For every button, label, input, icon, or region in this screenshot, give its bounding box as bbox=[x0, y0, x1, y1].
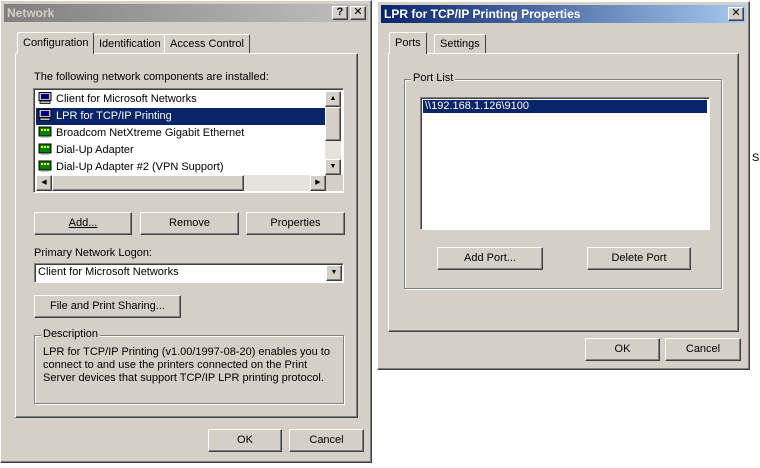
button-label: Cancel bbox=[685, 343, 721, 355]
scroll-right-button[interactable]: ▶ bbox=[310, 175, 326, 191]
port-list-label: Port List bbox=[411, 72, 456, 84]
tab-settings[interactable]: Settings bbox=[434, 34, 486, 54]
network-adapter-icon bbox=[38, 126, 52, 138]
button-label: Properties bbox=[270, 217, 321, 229]
tab-label: Settings bbox=[440, 38, 480, 50]
ok-button[interactable]: OK bbox=[585, 338, 660, 361]
description-label: Description bbox=[41, 328, 101, 340]
add-port-button[interactable]: Add Port... bbox=[437, 247, 543, 270]
computer-icon bbox=[38, 109, 52, 121]
cancel-button[interactable]: Cancel bbox=[665, 338, 741, 361]
tab-label: Ports bbox=[395, 37, 421, 49]
primary-logon-label: Primary Network Logon: bbox=[34, 247, 152, 259]
description-text: LPR for TCP/IP Printing (v1.00/1997-08-2… bbox=[43, 346, 330, 384]
lpr-title: LPR for TCP/IP Printing Properties bbox=[384, 7, 581, 21]
properties-button[interactable]: Properties bbox=[246, 212, 345, 235]
button-label: Remove bbox=[169, 217, 210, 229]
close-icon: ✕ bbox=[731, 7, 741, 19]
background-text-fragment: S bbox=[752, 152, 760, 164]
description-group: Description LPR for TCP/IP Printing (v1.… bbox=[34, 328, 344, 404]
file-print-sharing-button[interactable]: File and Print Sharing... bbox=[34, 295, 181, 318]
port-path: \\192.168.1.126\9100 bbox=[425, 100, 529, 112]
button-label: Add... bbox=[68, 217, 98, 229]
ok-button[interactable]: OK bbox=[208, 429, 282, 452]
components-list[interactable]: Client for Microsoft Networks LPR for TCP… bbox=[33, 88, 344, 193]
button-label: OK bbox=[614, 343, 631, 355]
primary-logon-value: Client for Microsoft Networks bbox=[38, 266, 179, 278]
network-dialog: Network ? ✕ Configuration Identification… bbox=[0, 0, 372, 463]
list-item-label: Broadcom NetXtreme Gigabit Ethernet bbox=[56, 127, 245, 139]
network-adapter-icon bbox=[38, 160, 52, 172]
close-button[interactable]: ✕ bbox=[350, 6, 366, 20]
button-label: File and Print Sharing... bbox=[50, 300, 165, 312]
horizontal-scrollbar[interactable]: ◀ ▶ bbox=[36, 175, 326, 191]
cancel-button[interactable]: Cancel bbox=[289, 429, 364, 452]
vertical-scrollbar[interactable]: ▲ ▼ bbox=[325, 91, 341, 175]
help-icon: ? bbox=[336, 6, 344, 18]
installed-label: The following network components are ins… bbox=[34, 71, 269, 83]
scroll-corner bbox=[326, 175, 343, 191]
primary-logon-select[interactable]: Client for Microsoft Networks ▼ bbox=[34, 263, 344, 283]
list-item[interactable]: Broadcom NetXtreme Gigabit Ethernet bbox=[36, 125, 325, 142]
list-item[interactable]: Dial-Up Adapter #2 (VPN Support) bbox=[36, 159, 325, 176]
tab-label: Identification bbox=[99, 38, 161, 50]
list-item[interactable]: Client for Microsoft Networks bbox=[36, 91, 325, 108]
down-arrow-icon: ▼ bbox=[329, 163, 337, 170]
computer-icon bbox=[38, 92, 52, 104]
button-label: Add Port... bbox=[464, 252, 516, 264]
network-title: Network bbox=[7, 6, 55, 20]
add-button[interactable]: Add... bbox=[34, 212, 132, 235]
delete-port-button[interactable]: Delete Port bbox=[587, 247, 691, 270]
up-arrow-icon: ▲ bbox=[329, 95, 337, 102]
port-list[interactable]: \\192.168.1.126\9100 bbox=[420, 97, 710, 230]
tab-label: Configuration bbox=[23, 37, 89, 49]
list-item-label: Dial-Up Adapter #2 (VPN Support) bbox=[56, 161, 224, 173]
list-item-label: LPR for TCP/IP Printing bbox=[56, 110, 172, 122]
tab-identification[interactable]: Identification bbox=[93, 34, 167, 54]
network-adapter-icon bbox=[38, 143, 52, 155]
close-button[interactable]: ✕ bbox=[728, 7, 744, 21]
close-icon: ✕ bbox=[353, 6, 363, 18]
button-label: Delete Port bbox=[611, 252, 667, 264]
help-button[interactable]: ? bbox=[332, 6, 348, 20]
dropdown-button[interactable]: ▼ bbox=[326, 265, 342, 281]
port-list-group: Port List \\192.168.1.126\9100 Add Port.… bbox=[404, 72, 722, 289]
scroll-down-button[interactable]: ▼ bbox=[325, 159, 341, 175]
list-item-label: Dial-Up Adapter bbox=[56, 144, 134, 156]
lpr-properties-dialog: LPR for TCP/IP Printing Properties ✕ Por… bbox=[377, 1, 750, 370]
scroll-thumb[interactable] bbox=[325, 107, 341, 141]
tab-configuration[interactable]: Configuration bbox=[17, 32, 95, 54]
button-label: OK bbox=[237, 434, 253, 446]
scroll-thumb[interactable] bbox=[52, 175, 244, 191]
left-arrow-icon: ◀ bbox=[41, 179, 47, 186]
right-arrow-icon: ▶ bbox=[315, 179, 321, 186]
scroll-up-button[interactable]: ▲ bbox=[325, 91, 341, 107]
list-item[interactable]: LPR for TCP/IP Printing bbox=[36, 108, 325, 125]
list-item[interactable]: \\192.168.1.126\9100 bbox=[423, 100, 707, 113]
tab-ports[interactable]: Ports bbox=[389, 32, 427, 54]
list-item-label: Client for Microsoft Networks bbox=[56, 93, 197, 105]
chevron-down-icon: ▼ bbox=[330, 269, 338, 276]
network-titlebar[interactable]: Network ? ✕ bbox=[4, 4, 368, 22]
tab-access-control[interactable]: Access Control bbox=[164, 34, 250, 54]
lpr-titlebar[interactable]: LPR for TCP/IP Printing Properties ✕ bbox=[381, 5, 746, 23]
remove-button[interactable]: Remove bbox=[140, 212, 239, 235]
tab-label: Access Control bbox=[170, 38, 244, 50]
list-item[interactable]: Dial-Up Adapter bbox=[36, 142, 325, 159]
button-label: Cancel bbox=[309, 434, 344, 446]
scroll-left-button[interactable]: ◀ bbox=[36, 175, 52, 191]
